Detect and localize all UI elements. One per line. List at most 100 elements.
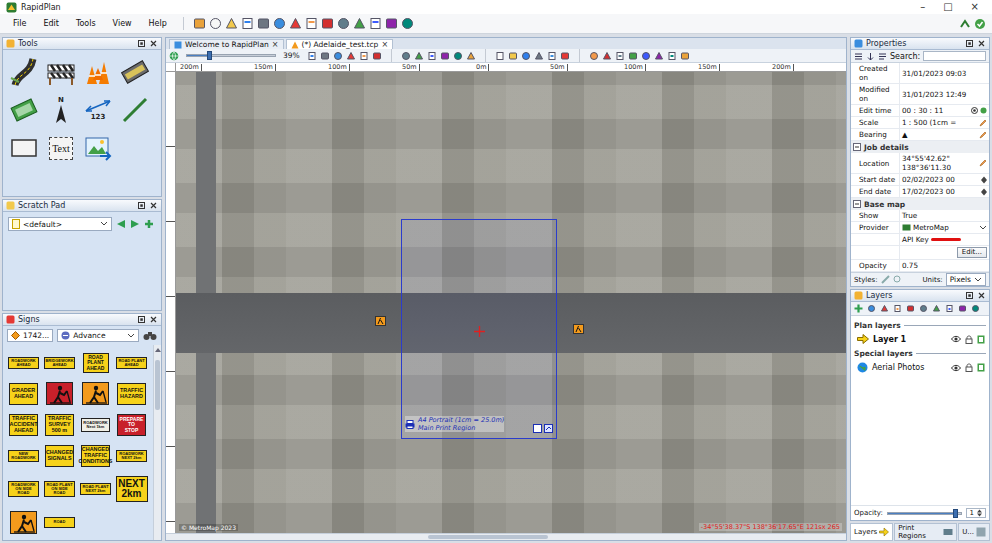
next-arrow-icon[interactable] xyxy=(130,219,140,229)
map-tool-icon[interactable] xyxy=(654,51,664,61)
close-icon[interactable] xyxy=(977,39,986,48)
property-section[interactable]: Base map xyxy=(851,198,989,210)
document-tab[interactable]: (*) Adelaide_test.tcp× xyxy=(286,39,394,49)
roadwork-sign-marker-icon[interactable] xyxy=(573,324,584,334)
sign-item[interactable]: ROAD PLANT ON SIDE ROAD xyxy=(44,481,75,498)
sign-item[interactable]: BRIDGEWORK AHEAD xyxy=(44,357,75,369)
reset-icon[interactable] xyxy=(980,107,987,114)
scrollbar-thumb[interactable] xyxy=(155,360,160,410)
menu-item[interactable]: File xyxy=(6,18,33,29)
property-value[interactable]: API Key xyxy=(899,234,989,245)
property-section[interactable]: Job details xyxy=(851,141,989,153)
toolbar-button-icon[interactable] xyxy=(337,17,350,30)
map-tool-icon[interactable] xyxy=(615,51,625,61)
toolbar-button-icon[interactable] xyxy=(193,17,206,30)
map-tool-icon[interactable] xyxy=(440,51,450,61)
lock-icon[interactable] xyxy=(965,363,973,372)
tool-button[interactable] xyxy=(83,133,113,163)
pin-icon[interactable] xyxy=(137,315,146,324)
close-icon[interactable] xyxy=(977,291,986,300)
property-value[interactable]: 34°55'42.62" 138°36'11.30 xyxy=(899,153,989,173)
sign-item[interactable]: ROADWORK Next 1km xyxy=(81,418,110,432)
scroll-up-icon[interactable] xyxy=(155,347,161,352)
layer-tool-icon[interactable] xyxy=(932,304,941,313)
layer-tool-icon[interactable] xyxy=(971,304,980,313)
map-tool-icon[interactable] xyxy=(521,51,531,61)
zoom-slider-thumb[interactable] xyxy=(207,51,212,60)
property-value[interactable]: 1 : 500 (1cm = xyxy=(899,117,989,128)
tool-button[interactable] xyxy=(9,95,39,125)
map-tool-icon[interactable] xyxy=(372,51,382,61)
opacity-slider[interactable] xyxy=(887,512,962,515)
sign-item[interactable] xyxy=(10,511,37,534)
close-icon[interactable] xyxy=(149,201,158,210)
sign-item[interactable]: ROAD xyxy=(44,517,75,528)
map-tool-icon[interactable] xyxy=(602,51,612,61)
tool-button[interactable] xyxy=(120,95,150,125)
toolbar-button-icon[interactable] xyxy=(353,17,366,30)
sign-item[interactable] xyxy=(82,382,109,405)
map-tool-icon[interactable] xyxy=(628,51,638,61)
property-value[interactable]: True xyxy=(899,210,989,221)
toolbar-button-icon[interactable] xyxy=(385,17,398,30)
lock-icon[interactable] xyxy=(965,335,973,344)
aerial-photo[interactable]: A4 Portrait (1cm = 25.0m)Main Print Regi… xyxy=(176,72,846,533)
tool-button[interactable] xyxy=(46,57,76,87)
map-tool-icon[interactable] xyxy=(466,51,476,61)
sign-code-dropdown[interactable]: 1742... xyxy=(7,329,53,342)
search-field[interactable] xyxy=(923,51,986,61)
edit-button[interactable]: Edit... xyxy=(957,247,987,258)
sign-item[interactable]: TRAFFIC HAZARD xyxy=(117,383,146,405)
toolbar-button-icon[interactable] xyxy=(401,17,414,30)
map-tool-icon[interactable] xyxy=(534,51,544,61)
layer-tool-icon[interactable] xyxy=(867,304,876,313)
sign-item[interactable]: ROAD PLANT NEXT 2km xyxy=(80,483,111,495)
tool-button[interactable] xyxy=(9,133,39,163)
spin-down-icon[interactable] xyxy=(981,192,987,196)
map-tool-icon[interactable] xyxy=(359,51,369,61)
layer-tool-icon[interactable] xyxy=(893,304,902,313)
layer-options-icon[interactable] xyxy=(977,363,985,372)
tool-button[interactable]: 123 xyxy=(83,95,113,125)
previous-arrow-icon[interactable] xyxy=(116,219,126,229)
opacity-input[interactable]: 1 xyxy=(966,508,986,518)
map-tool-icon[interactable] xyxy=(346,51,356,61)
tool-button[interactable] xyxy=(9,57,39,87)
toolbar-button-icon[interactable] xyxy=(273,17,286,30)
window-control[interactable]: □ xyxy=(936,1,959,13)
list-icon[interactable] xyxy=(878,52,887,61)
connection-icon[interactable] xyxy=(959,18,971,30)
toolbar-button-icon[interactable] xyxy=(289,17,302,30)
toolbar-button-icon[interactable] xyxy=(209,17,222,30)
scrollbar-thumb[interactable] xyxy=(428,535,548,539)
window-control[interactable]: – xyxy=(913,1,932,13)
layer-item[interactable]: Layer 1 xyxy=(851,332,989,346)
rotate-icon[interactable] xyxy=(544,424,553,433)
add-plus-icon[interactable] xyxy=(144,219,154,229)
tool-button[interactable] xyxy=(120,57,150,87)
map-tool-icon[interactable] xyxy=(680,51,690,61)
toolbar-button-icon[interactable] xyxy=(369,17,382,30)
sign-item[interactable]: NEW ROADWORK xyxy=(8,450,39,462)
map-tool-icon[interactable] xyxy=(307,51,317,61)
scratch-pad-dropdown[interactable]: <default> xyxy=(8,217,112,231)
map-tool-icon[interactable] xyxy=(427,51,437,61)
close-icon[interactable] xyxy=(149,315,158,324)
property-value[interactable]: 0.75 xyxy=(899,260,989,271)
pin-icon[interactable] xyxy=(137,39,146,48)
window-control[interactable]: × xyxy=(964,1,986,13)
sign-item[interactable]: CHANGED SIGNALS xyxy=(45,445,74,467)
layer-tool-icon[interactable] xyxy=(906,304,915,313)
tool-button[interactable] xyxy=(83,57,113,87)
pin-icon[interactable] xyxy=(137,201,146,210)
edit-pencil-icon[interactable] xyxy=(979,159,987,167)
sign-item[interactable]: ROAD PLANT AHEAD xyxy=(83,353,109,373)
style-search-icon[interactable] xyxy=(893,275,902,284)
menu-item[interactable]: Edit xyxy=(36,18,66,29)
spin-down-icon[interactable] xyxy=(981,180,987,184)
property-value[interactable]: 31/01/2023 09:03 xyxy=(899,63,989,83)
categorized-icon[interactable] xyxy=(854,52,863,61)
property-value[interactable]: ▲ xyxy=(899,129,989,140)
signs-scrollbar[interactable] xyxy=(153,345,161,540)
sign-item[interactable]: NEXT 2km xyxy=(116,476,148,502)
